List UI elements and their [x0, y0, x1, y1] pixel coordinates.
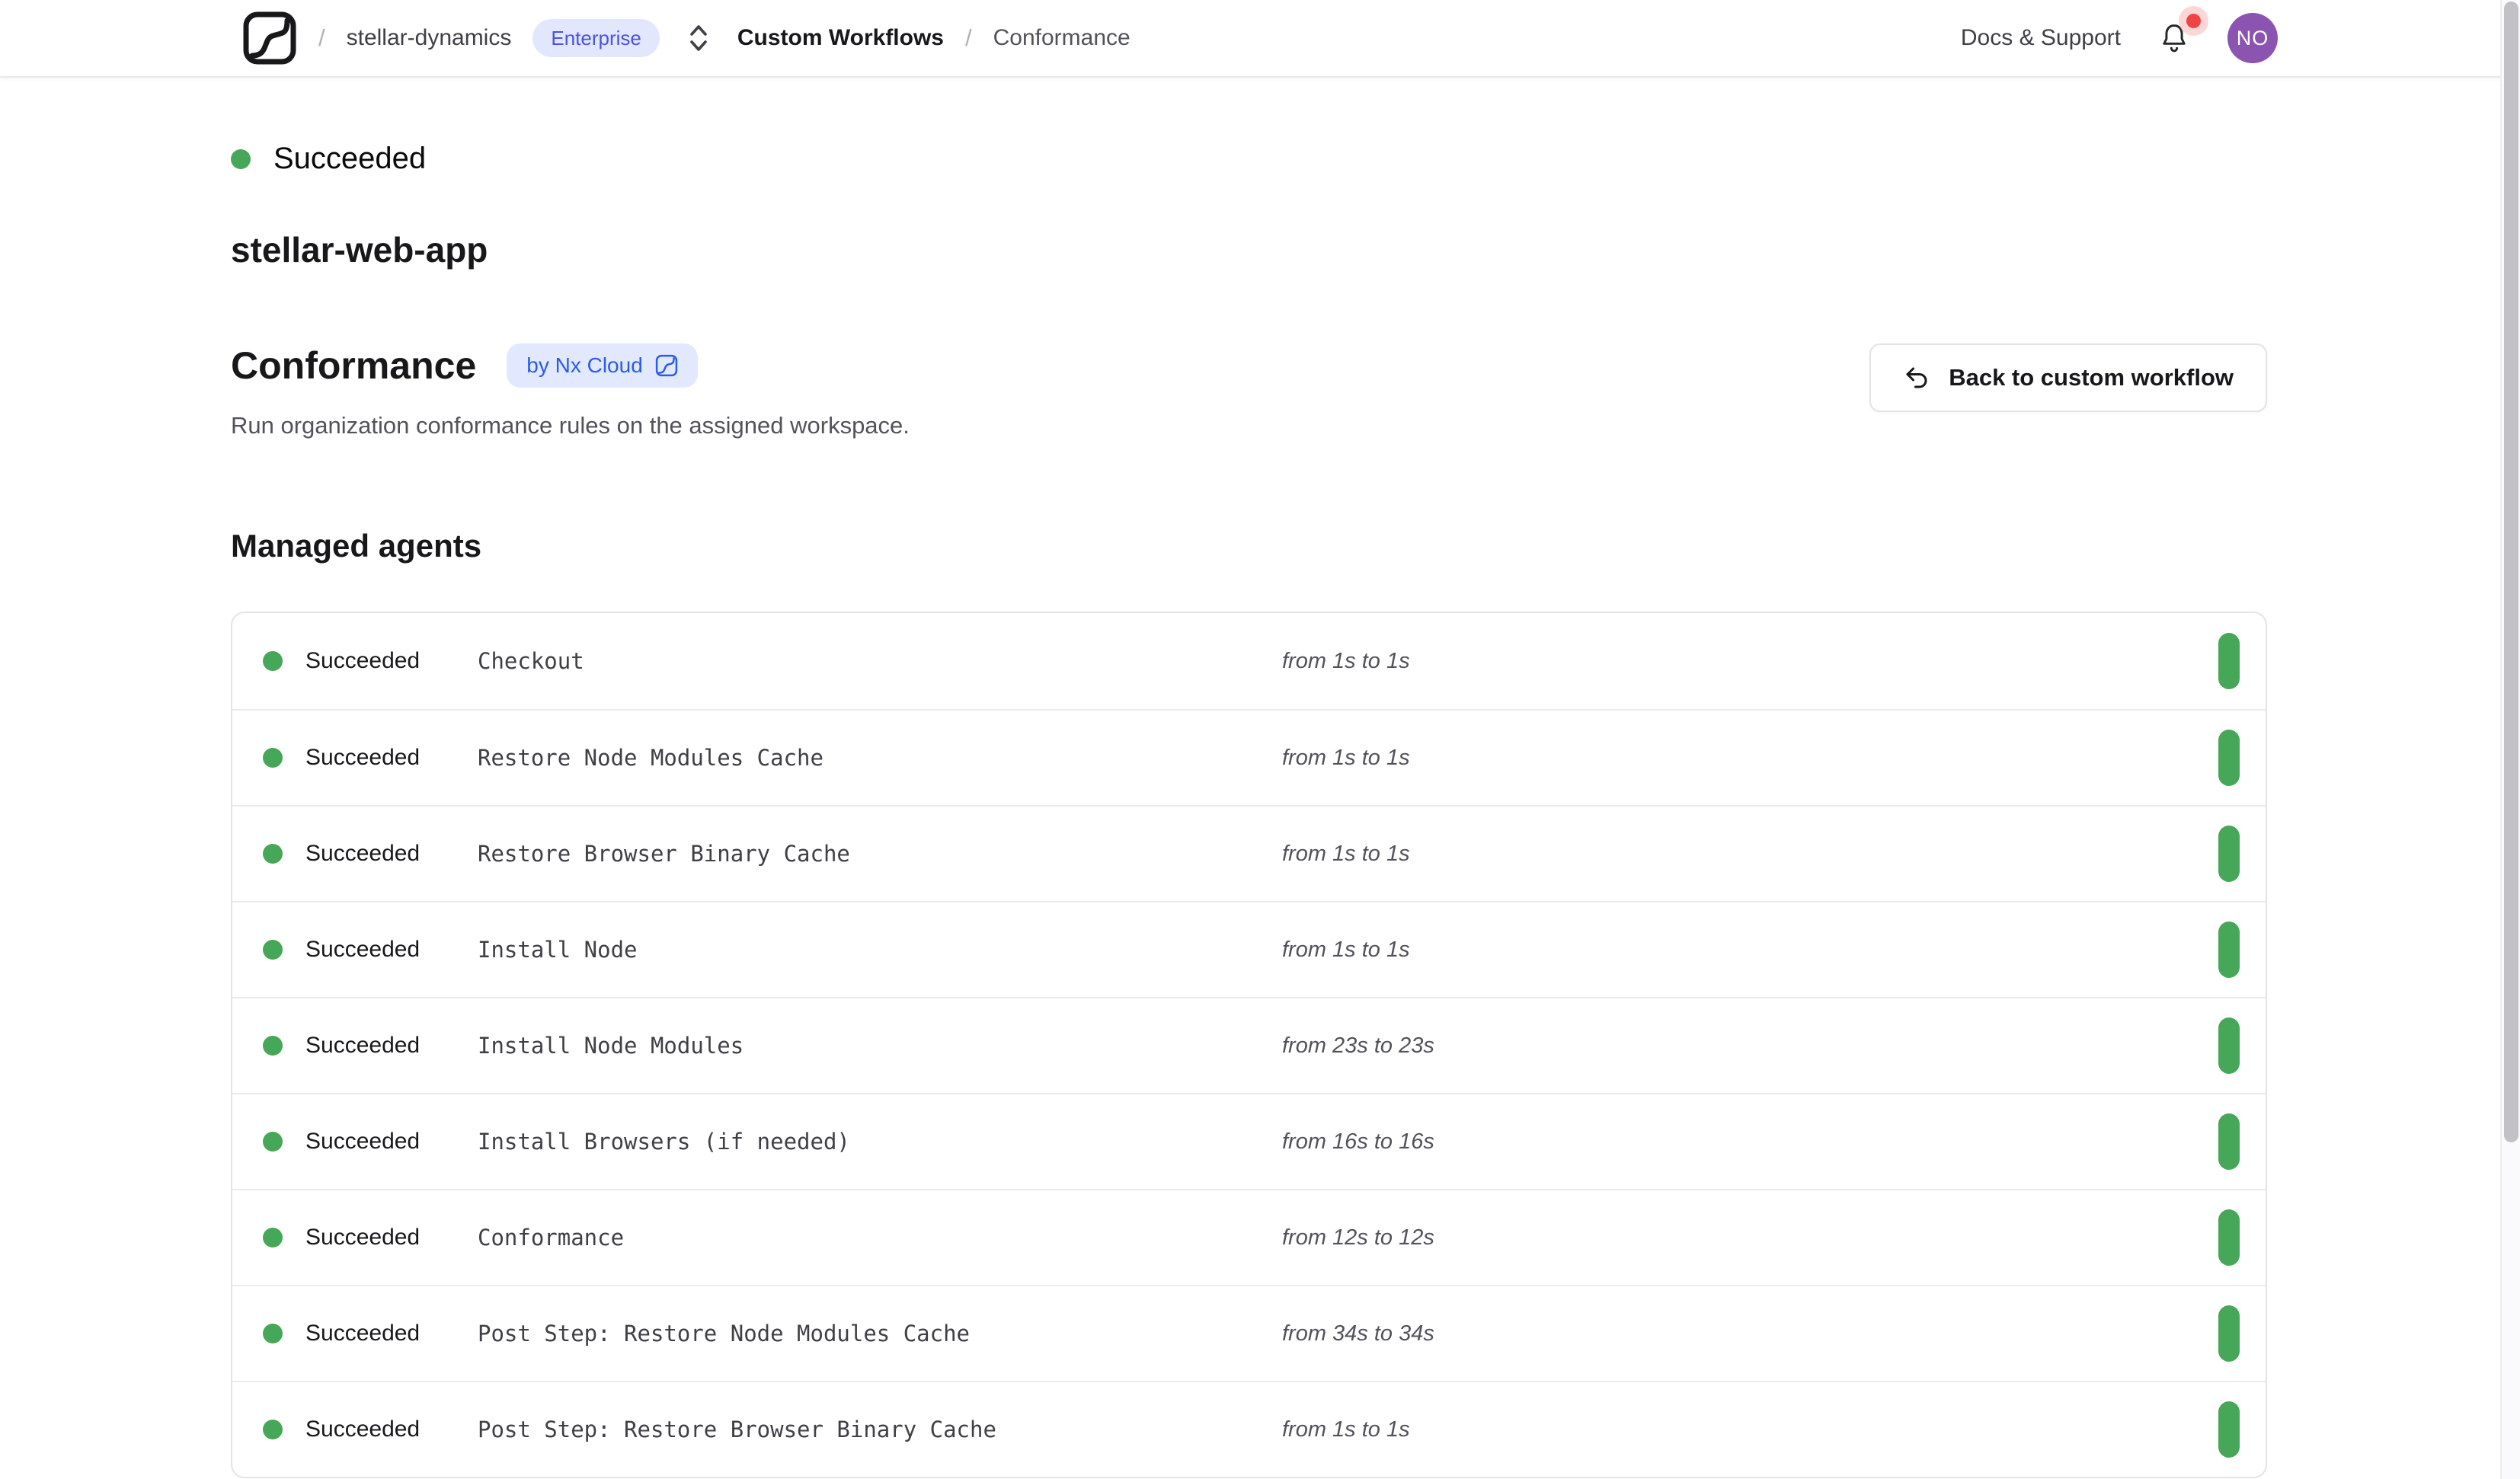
step-duration-bar	[2218, 633, 2240, 689]
step-name: Restore Node Modules Cache	[478, 745, 1282, 771]
navbar-right: Docs & Support NO	[1961, 13, 2278, 63]
step-duration-bar	[2218, 1209, 2240, 1266]
step-duration-bar	[2218, 826, 2240, 882]
org-switcher-button[interactable]	[683, 18, 715, 58]
step-row[interactable]: Succeeded Post Step: Restore Browser Bin…	[232, 1381, 2266, 1477]
by-nx-cloud-label: by Nx Cloud	[526, 353, 643, 378]
arrow-uturn-left-icon	[1903, 364, 1930, 391]
step-status-label: Succeeded	[305, 1033, 478, 1059]
page-scrollbar	[2500, 0, 2520, 1479]
avatar[interactable]: NO	[2227, 13, 2278, 63]
step-duration-bar	[2218, 1401, 2240, 1458]
top-navbar: / stellar-dynamics Enterprise Custom Wor…	[0, 0, 2520, 78]
step-name: Restore Browser Binary Cache	[478, 841, 1282, 867]
step-row[interactable]: Succeeded Restore Browser Binary Cache f…	[232, 805, 2266, 901]
step-status-dot-icon	[263, 1036, 283, 1056]
back-button-label: Back to custom workflow	[1949, 364, 2234, 391]
step-status-dot-icon	[263, 940, 283, 960]
step-name: Post Step: Restore Node Modules Cache	[478, 1321, 1282, 1346]
back-to-custom-workflow-button[interactable]: Back to custom workflow	[1869, 343, 2267, 412]
step-status-label: Succeeded	[305, 1321, 478, 1346]
chevrons-up-down-icon	[687, 21, 710, 55]
step-status-label: Succeeded	[305, 1225, 478, 1251]
step-row[interactable]: Succeeded Install Node Modules from 23s …	[232, 997, 2266, 1093]
step-timing: from 1s to 1s	[1282, 1417, 1410, 1442]
breadcrumb-separator: /	[318, 24, 325, 52]
step-status-dot-icon	[263, 748, 283, 768]
main-content: Succeeded stellar-web-app Conformance by…	[0, 142, 2520, 1478]
by-nx-cloud-badge[interactable]: by Nx Cloud	[507, 343, 698, 388]
steps-card: Succeeded Checkout from 1s to 1s Succeed…	[231, 612, 2267, 1478]
org-name[interactable]: stellar-dynamics	[347, 25, 512, 51]
nx-cloud-external-icon	[655, 354, 678, 377]
step-row[interactable]: Succeeded Post Step: Restore Node Module…	[232, 1285, 2266, 1381]
step-name: Conformance	[478, 1225, 1282, 1251]
workflow-header-left: Conformance by Nx Cloud Run organization…	[231, 343, 910, 439]
step-row[interactable]: Succeeded Install Browsers (if needed) f…	[232, 1093, 2266, 1189]
nx-cloud-logo[interactable]	[242, 11, 297, 65]
step-row[interactable]: Succeeded Install Node from 1s to 1s	[232, 901, 2266, 997]
step-duration-bar	[2218, 922, 2240, 978]
bell-icon	[2157, 21, 2191, 56]
breadcrumb-page: Conformance	[993, 25, 1130, 51]
step-status-label: Succeeded	[305, 841, 478, 867]
scrollbar-thumb[interactable]	[2504, 2, 2518, 1142]
step-name: Post Step: Restore Browser Binary Cache	[478, 1417, 1282, 1442]
status-label: Succeeded	[273, 142, 426, 176]
step-timing: from 34s to 34s	[1282, 1321, 1434, 1346]
breadcrumb: / stellar-dynamics Enterprise Custom Wor…	[242, 11, 1130, 65]
step-timing: from 1s to 1s	[1282, 746, 1410, 771]
step-name: Install Node Modules	[478, 1033, 1282, 1059]
page-title: Conformance	[231, 343, 476, 388]
step-status-label: Succeeded	[305, 648, 478, 674]
step-name: Checkout	[478, 648, 1282, 674]
step-duration-bar	[2218, 1113, 2240, 1170]
notifications-button[interactable]	[2157, 21, 2191, 56]
step-name: Install Node	[478, 937, 1282, 963]
workflow-header: Conformance by Nx Cloud Run organization…	[231, 343, 2267, 439]
docs-support-link[interactable]: Docs & Support	[1961, 25, 2121, 51]
workspace-title: stellar-web-app	[231, 229, 2267, 270]
step-status-dot-icon	[263, 1420, 283, 1439]
step-status-label: Succeeded	[305, 937, 478, 963]
steps-list: Succeeded Checkout from 1s to 1s Succeed…	[232, 613, 2266, 1477]
step-name: Install Browsers (if needed)	[478, 1129, 1282, 1155]
step-timing: from 16s to 16s	[1282, 1129, 1434, 1155]
breadcrumb-section[interactable]: Custom Workflows	[737, 25, 944, 51]
workflow-description: Run organization conformance rules on th…	[231, 412, 910, 439]
step-timing: from 1s to 1s	[1282, 649, 1410, 674]
step-timing: from 1s to 1s	[1282, 938, 1410, 963]
step-timing: from 23s to 23s	[1282, 1033, 1434, 1059]
step-duration-bar	[2218, 1305, 2240, 1362]
step-duration-bar	[2218, 730, 2240, 786]
step-row[interactable]: Succeeded Restore Node Modules Cache fro…	[232, 709, 2266, 805]
step-status-label: Succeeded	[305, 1417, 478, 1442]
step-status-dot-icon	[263, 1228, 283, 1247]
managed-agents-heading: Managed agents	[231, 528, 2267, 564]
enterprise-badge: Enterprise	[532, 19, 660, 57]
status-dot-icon	[231, 149, 251, 169]
step-status-dot-icon	[263, 1132, 283, 1152]
step-row[interactable]: Succeeded Checkout from 1s to 1s	[232, 613, 2266, 709]
step-status-label: Succeeded	[305, 1129, 478, 1155]
notification-ping-icon	[2186, 14, 2201, 28]
step-status-dot-icon	[263, 844, 283, 864]
step-timing: from 12s to 12s	[1282, 1225, 1434, 1251]
step-duration-bar	[2218, 1017, 2240, 1074]
step-timing: from 1s to 1s	[1282, 842, 1410, 867]
nx-cloud-logo-icon	[242, 11, 297, 65]
step-status-label: Succeeded	[305, 745, 478, 771]
step-status-dot-icon	[263, 1324, 283, 1343]
step-row[interactable]: Succeeded Conformance from 12s to 12s	[232, 1189, 2266, 1285]
breadcrumb-separator: /	[965, 24, 972, 52]
run-status: Succeeded	[231, 142, 2267, 176]
step-status-dot-icon	[263, 651, 283, 671]
